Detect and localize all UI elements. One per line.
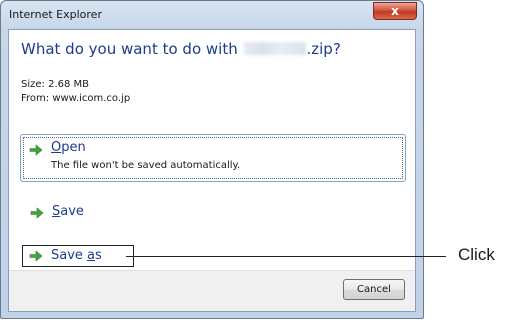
save-as-label-rest: s	[95, 248, 102, 263]
open-label: Open	[51, 140, 86, 155]
dialog-footer: Cancel	[9, 270, 415, 311]
blurred-filename	[243, 42, 306, 55]
open-label-rest: pen	[61, 140, 86, 155]
save-as-label: Save as	[51, 248, 102, 263]
green-arrow-icon	[29, 250, 43, 262]
heading-suffix: .zip?	[306, 40, 341, 58]
dialog-content: What do you want to do with .zip? Size: …	[8, 29, 416, 312]
close-icon: x	[391, 4, 399, 18]
save-label-rest: ave	[60, 204, 84, 219]
save-as-label-mnemonic: a	[87, 248, 96, 263]
open-label-mnemonic: O	[51, 140, 62, 155]
download-dialog-window: Internet Explorer x What do you want to …	[0, 0, 424, 319]
file-size-text: Size: 2.68 MB	[21, 79, 90, 90]
green-arrow-icon	[30, 207, 44, 219]
save-option[interactable]: Save	[20, 200, 140, 224]
green-arrow-icon	[29, 144, 43, 156]
callout-label: Click	[458, 245, 495, 264]
file-source-text: From: www.icom.co.jp	[21, 93, 131, 104]
callout-leader-line	[126, 256, 446, 257]
page: Internet Explorer x What do you want to …	[0, 0, 526, 325]
heading-prefix: What do you want to do with	[21, 40, 238, 58]
cancel-button[interactable]: Cancel	[343, 279, 405, 300]
window-title: Internet Explorer	[9, 8, 102, 21]
close-button[interactable]: x	[373, 2, 417, 20]
save-as-label-pre: Save	[51, 248, 88, 263]
dialog-heading: What do you want to do with .zip?	[21, 40, 341, 58]
title-bar[interactable]: Internet Explorer x	[1, 1, 423, 29]
save-as-option[interactable]: Save as	[22, 245, 134, 267]
save-label: Save	[52, 204, 84, 219]
open-description: The file won't be saved automatically.	[51, 160, 241, 171]
open-option[interactable]: Open The file won't be saved automatical…	[20, 134, 406, 182]
